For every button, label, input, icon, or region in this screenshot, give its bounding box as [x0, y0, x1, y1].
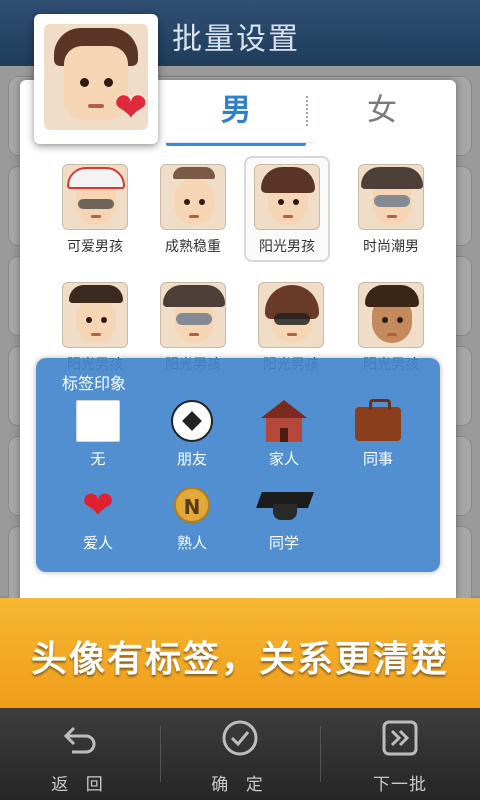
- tab-separator: [164, 142, 314, 143]
- confirm-button[interactable]: 确 定: [160, 708, 320, 800]
- next-icon: [382, 720, 418, 756]
- avatar-label: 可爱男孩: [67, 239, 123, 255]
- current-avatar: ❤: [34, 14, 158, 144]
- back-button[interactable]: 返 回: [0, 708, 160, 800]
- avatar-hat-glasses-icon: [160, 282, 226, 348]
- house-icon: [261, 400, 307, 442]
- briefcase-icon: [355, 399, 401, 441]
- tag-none[interactable]: 无: [58, 398, 138, 469]
- bottom-bar: 返 回 确 定 下一批: [0, 708, 480, 800]
- tag-family[interactable]: 家人: [244, 398, 324, 469]
- avatar-label: 阳光男孩: [259, 239, 315, 255]
- avatar-sunny-boy-icon: [254, 164, 320, 230]
- back-icon: [63, 726, 96, 754]
- confirm-label: 确 定: [211, 775, 269, 795]
- graduation-cap-icon: [256, 484, 314, 526]
- avatar-label: 时尚潮男: [363, 239, 419, 255]
- tag-acquaintance[interactable]: N 熟人: [152, 482, 232, 553]
- avatar-trendy-icon: [358, 164, 424, 230]
- avatar-option[interactable]: 成熟稳重: [150, 164, 236, 256]
- avatar-option[interactable]: 可爱男孩: [52, 164, 138, 256]
- tag-label: 同学: [268, 534, 299, 552]
- promo-banner: 头像有标签，关系更清楚: [0, 598, 480, 708]
- blank-icon: [76, 400, 120, 442]
- tag-friend[interactable]: 朋友: [152, 398, 232, 469]
- avatar-cute-boy-icon: [62, 164, 128, 230]
- avatar-option[interactable]: 时尚潮男: [348, 164, 434, 256]
- heart-icon: ❤: [82, 483, 114, 527]
- tab-female[interactable]: 女: [312, 86, 452, 136]
- tag-popup-title: 标签印象: [62, 374, 127, 393]
- avatar-mature-icon: [160, 164, 226, 230]
- heart-tag-icon: ❤: [114, 85, 148, 131]
- tag-label: 家人: [268, 450, 299, 468]
- next-batch-label: 下一批: [373, 775, 427, 795]
- avatar-option-selected[interactable]: 阳光男孩: [244, 156, 330, 262]
- tag-popup: 标签印象 无 朋友 家人 同事 ❤ 爱人 N 熟人 同学: [36, 358, 440, 572]
- soccer-ball-icon: [171, 400, 213, 442]
- avatar-glasses-icon: [258, 282, 324, 348]
- gender-tabs: 男 女: [166, 86, 452, 146]
- medal-icon: N: [174, 487, 210, 523]
- avatar-braids-icon: [358, 282, 424, 348]
- tag-classmate[interactable]: 同学: [244, 482, 324, 553]
- tag-label: 熟人: [176, 534, 207, 552]
- promo-banner-text: 头像有标签，关系更清楚: [30, 639, 449, 680]
- tag-label: 无: [90, 450, 106, 468]
- check-icon: [222, 720, 258, 756]
- tab-divider: [306, 96, 308, 126]
- next-batch-button[interactable]: 下一批: [320, 708, 480, 800]
- tag-lover[interactable]: ❤ 爱人: [58, 482, 138, 553]
- tab-male[interactable]: 男: [166, 86, 306, 136]
- avatar-label: 成熟稳重: [165, 239, 221, 255]
- tag-label: 同事: [362, 450, 393, 468]
- tag-label: 爱人: [82, 534, 113, 552]
- tag-colleague[interactable]: 同事: [338, 398, 418, 469]
- page-title: 批量设置: [172, 22, 300, 57]
- avatar-short-hair-icon: [62, 282, 128, 348]
- tag-label: 朋友: [176, 450, 207, 468]
- back-label: 返 回: [51, 775, 109, 795]
